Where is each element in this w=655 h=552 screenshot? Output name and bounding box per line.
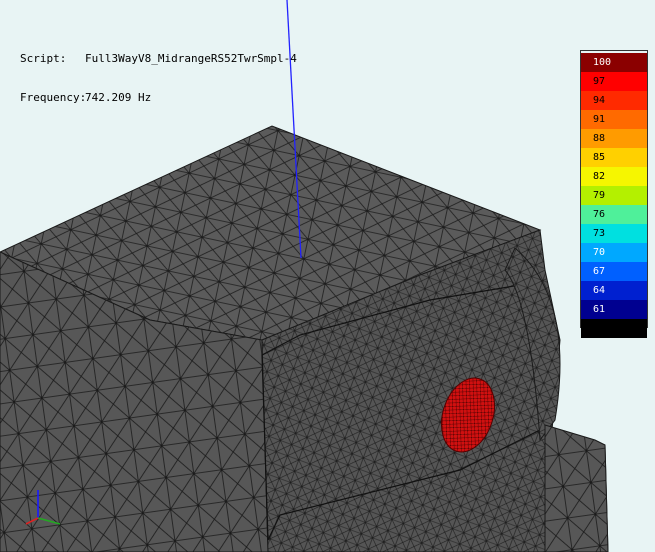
legend-cell: 67 [581,262,647,281]
script-info: Script: Full3WayV8_MidrangeRS52TwrSmpl-4… [20,26,297,130]
legend-cell: 82 [581,167,647,186]
legend-cell: 76 [581,205,647,224]
legend-cell: 73 [581,224,647,243]
frequency-value: 742.209 Hz [85,91,152,104]
script-value: Full3WayV8_MidrangeRS52TwrSmpl-4 [85,52,297,65]
legend-cell: 91 [581,110,647,129]
frequency-label: Frequency: [20,91,87,104]
legend-cell: 79 [581,186,647,205]
legend-cell: 94 [581,91,647,110]
legend-cell: 61 [581,300,647,319]
script-label: Script: [20,52,67,65]
legend-cell: 70 [581,243,647,262]
legend-cell: 97 [581,72,647,91]
cabinet-step-block[interactable] [544,424,609,552]
legend-cell: 64 [581,281,647,300]
legend-cell [581,319,647,338]
legend-cell: 88 [581,129,647,148]
3d-viewport[interactable]: Script: Full3WayV8_MidrangeRS52TwrSmpl-4… [0,0,655,552]
script-row: Script: Full3WayV8_MidrangeRS52TwrSmpl-4 [20,52,297,65]
frequency-row: Frequency: 742.209 Hz [20,91,297,104]
axis-triad-icon [25,490,61,525]
legend-cell: 85 [581,148,647,167]
legend-cell: 100 [581,53,647,72]
color-legend: 100 97 94 91 88 85 82 79 76 73 70 67 64 61 [580,50,648,338]
